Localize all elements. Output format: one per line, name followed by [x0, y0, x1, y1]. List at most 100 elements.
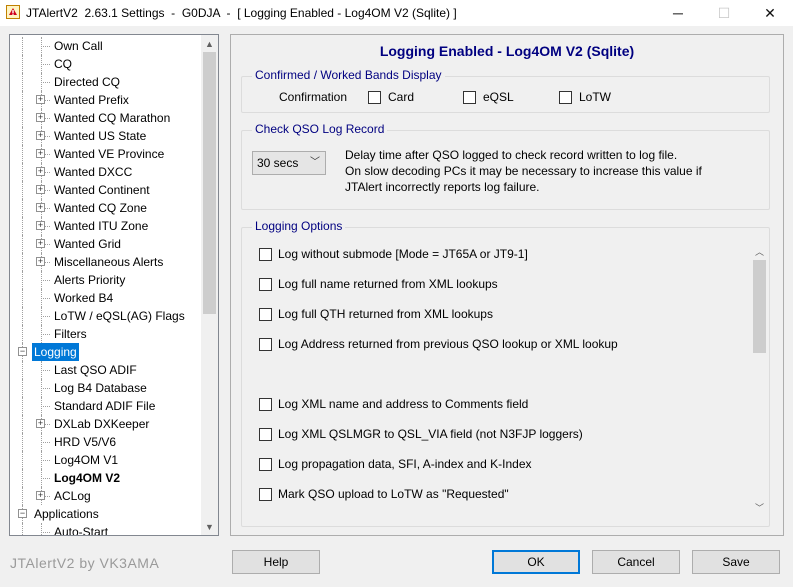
logging-options-group: Logging Options Log without submode [Mod…	[241, 219, 770, 527]
tree-item-wanted-grid[interactable]: + Wanted Grid	[10, 235, 202, 253]
collapse-icon[interactable]: −	[18, 509, 27, 518]
mark-lotw-requested-label[interactable]: Mark QSO upload to LoTW as "Requested"	[278, 487, 509, 501]
log-without-submode-label[interactable]: Log without submode [Mode = JT65A or JT9…	[278, 247, 528, 261]
tree-guide-line	[41, 334, 50, 335]
tree-item-label: Applications	[34, 507, 99, 521]
log-full-name-checkbox[interactable]	[259, 278, 272, 291]
save-button[interactable]: Save	[692, 550, 780, 574]
expand-icon[interactable]: +	[36, 203, 45, 212]
delay-description-line-3: JTAlert incorrectly reports log failure.	[345, 180, 540, 194]
log-xml-qslmgr-label[interactable]: Log XML QSLMGR to QSL_VIA field (not N3F…	[278, 427, 583, 441]
tree-item-miscellaneous-alerts[interactable]: + Miscellaneous Alerts	[10, 253, 202, 271]
expand-icon[interactable]: +	[36, 491, 45, 500]
log-propagation-label[interactable]: Log propagation data, SFI, A-index and K…	[278, 457, 532, 471]
tree-item-wanted-prefix[interactable]: + Wanted Prefix	[10, 91, 202, 109]
tree-item-aclog[interactable]: + ACLog	[10, 487, 202, 505]
tree-guide-line	[41, 388, 50, 389]
log-xml-name-comments-label[interactable]: Log XML name and address to Comments fie…	[278, 397, 528, 411]
scroll-up-arrow-icon[interactable]: ▲	[201, 35, 218, 52]
bands-group-legend: Confirmed / Worked Bands Display	[252, 68, 445, 82]
tree-item-lotw-eqsl-ag-flags[interactable]: LoTW / eQSL(AG) Flags	[10, 307, 202, 325]
tree-item-directed-cq[interactable]: Directed CQ	[10, 73, 202, 91]
tree-item-auto-start[interactable]: Auto-Start	[10, 523, 202, 536]
card-checkbox[interactable]	[368, 91, 381, 104]
tree-item-hrd-v5-v6[interactable]: HRD V5/V6	[10, 433, 202, 451]
expand-icon[interactable]: +	[36, 131, 45, 140]
settings-tree[interactable]: Own Call CQ Directed CQ + Wanted Prefix + Want…	[9, 34, 219, 536]
tree-item-cq[interactable]: CQ	[10, 55, 202, 73]
lotw-label[interactable]: LoTW	[579, 90, 611, 104]
tree-item-last-qso-adif[interactable]: Last QSO ADIF	[10, 361, 202, 379]
tree-item-wanted-us-state[interactable]: + Wanted US State	[10, 127, 202, 145]
tree-item-log4om-v2[interactable]: Log4OM V2	[10, 469, 202, 487]
tree-guide-line	[41, 460, 50, 461]
delay-select[interactable]: 30 secs ﹀	[252, 151, 326, 175]
tree-item-dxlab-dxkeeper[interactable]: + DXLab DXKeeper	[10, 415, 202, 433]
tree-guide-line	[22, 469, 23, 487]
tree-item-own-call[interactable]: Own Call	[10, 37, 202, 55]
scroll-down-arrow-icon[interactable]: ﹀	[751, 499, 768, 516]
tree-item-label: Filters	[54, 327, 87, 341]
logging-options-scrollbar[interactable]: ︿ ﹀	[751, 243, 768, 516]
expand-icon[interactable]: +	[36, 167, 45, 176]
card-label[interactable]: Card	[388, 90, 414, 104]
log-xml-name-comments-checkbox[interactable]	[259, 398, 272, 411]
eqsl-label[interactable]: eQSL	[483, 90, 514, 104]
tree-item-label: Wanted Prefix	[54, 93, 129, 107]
close-button[interactable]: ✕	[747, 0, 793, 26]
tree-item-wanted-itu-zone[interactable]: + Wanted ITU Zone	[10, 217, 202, 235]
tree-item-label: Wanted Continent	[54, 183, 150, 197]
expand-icon[interactable]: +	[36, 185, 45, 194]
tree-item-filters[interactable]: Filters	[10, 325, 202, 343]
tree-scrollbar[interactable]: ▲ ▼	[201, 35, 218, 535]
check-qso-legend: Check QSO Log Record	[252, 122, 388, 136]
scroll-up-arrow-icon[interactable]: ︿	[751, 243, 768, 260]
collapse-icon[interactable]: −	[18, 347, 27, 356]
expand-icon[interactable]: +	[36, 113, 45, 122]
help-button[interactable]: Help	[232, 550, 320, 574]
eqsl-checkbox[interactable]	[463, 91, 476, 104]
tree-item-label: Directed CQ	[54, 75, 121, 89]
tree-item-wanted-ve-province[interactable]: + Wanted VE Province	[10, 145, 202, 163]
expand-icon[interactable]: +	[36, 239, 45, 248]
minimize-button[interactable]: ─	[655, 0, 701, 26]
scroll-down-arrow-icon[interactable]: ▼	[201, 518, 218, 535]
tree-item-log4om-v1[interactable]: Log4OM V1	[10, 451, 202, 469]
confirmation-label: Confirmation	[279, 90, 348, 104]
mark-lotw-requested-checkbox[interactable]	[259, 488, 272, 501]
log-full-qth-checkbox[interactable]	[259, 308, 272, 321]
tree-item-standard-adif-file[interactable]: Standard ADIF File	[10, 397, 202, 415]
tree-item-wanted-dxcc[interactable]: + Wanted DXCC	[10, 163, 202, 181]
tree-item-wanted-continent[interactable]: + Wanted Continent	[10, 181, 202, 199]
tree-item-wanted-cq-marathon[interactable]: + Wanted CQ Marathon	[10, 109, 202, 127]
log-address-label[interactable]: Log Address returned from previous QSO l…	[278, 337, 618, 351]
check-qso-group: Check QSO Log Record 30 secs ﹀ Delay tim…	[241, 122, 770, 210]
cancel-button[interactable]: Cancel	[592, 550, 680, 574]
tree-item-label: Wanted DXCC	[54, 165, 133, 179]
tree-scroll-thumb[interactable]	[203, 52, 216, 314]
tree-item-applications[interactable]: − Applications	[10, 505, 202, 523]
tree-item-wanted-cq-zone[interactable]: + Wanted CQ Zone	[10, 199, 202, 217]
log-address-checkbox[interactable]	[259, 338, 272, 351]
tree-guide-line	[22, 55, 23, 73]
expand-icon[interactable]: +	[36, 221, 45, 230]
tree-item-alerts-priority[interactable]: Alerts Priority	[10, 271, 202, 289]
log-full-qth-label[interactable]: Log full QTH returned from XML lookups	[278, 307, 493, 321]
logging-options-scroll-thumb[interactable]	[753, 260, 766, 353]
log-without-submode-checkbox[interactable]	[259, 248, 272, 261]
tree-item-label: ACLog	[54, 489, 91, 503]
tree-guide-line	[22, 109, 23, 127]
tree-item-log-b4-database[interactable]: Log B4 Database	[10, 379, 202, 397]
expand-icon[interactable]: +	[36, 149, 45, 158]
log-full-name-label[interactable]: Log full name returned from XML lookups	[278, 277, 498, 291]
log-xml-qslmgr-checkbox[interactable]	[259, 428, 272, 441]
tree-item-label: Auto-Start	[54, 525, 109, 536]
ok-button[interactable]: OK	[492, 550, 580, 574]
expand-icon[interactable]: +	[36, 95, 45, 104]
log-propagation-checkbox[interactable]	[259, 458, 272, 471]
lotw-checkbox[interactable]	[559, 91, 572, 104]
expand-icon[interactable]: +	[36, 419, 45, 428]
tree-item-logging[interactable]: − Logging	[10, 343, 202, 361]
expand-icon[interactable]: +	[36, 257, 45, 266]
tree-item-worked-b4[interactable]: Worked B4	[10, 289, 202, 307]
